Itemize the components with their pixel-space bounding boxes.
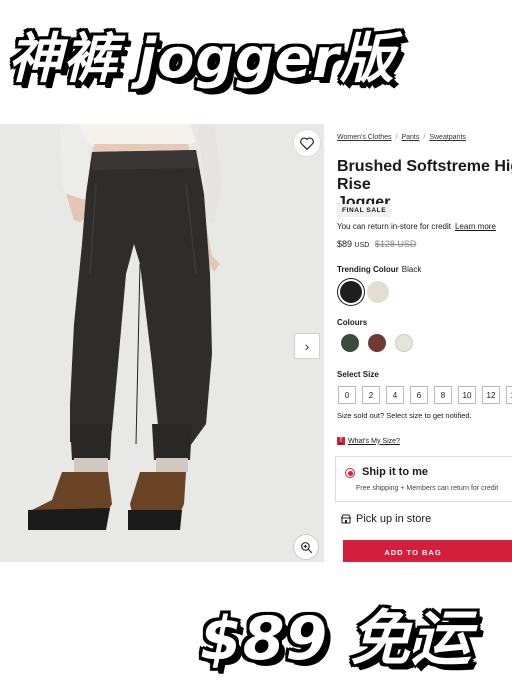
banner-price: $89 免运 <box>200 604 473 674</box>
size-2[interactable]: 2 <box>362 386 380 404</box>
sale-price: $89 <box>337 239 353 249</box>
size-0[interactable]: 0 <box>338 386 356 404</box>
swatch-black[interactable] <box>340 281 362 303</box>
size-4[interactable]: 4 <box>386 386 404 404</box>
model-illustration <box>28 124 222 530</box>
add-to-bag-button[interactable]: ADD TO BAG <box>343 540 512 562</box>
product-photo <box>0 124 324 562</box>
ship-title: Ship it to me <box>362 466 428 478</box>
learn-more-link[interactable]: Learn more <box>455 222 496 231</box>
size-10[interactable]: 10 <box>458 386 476 404</box>
banner-title: 神裤 jogger版 <box>8 27 395 90</box>
size-12[interactable]: 12 <box>482 386 500 404</box>
colours-label: Colours <box>337 318 368 327</box>
size-8[interactable]: 8 <box>434 386 452 404</box>
breadcrumb-womens-clothes[interactable]: Women's Clothes <box>337 134 392 141</box>
trending-colour-value: Black <box>401 265 422 274</box>
product-details: Women's Clothes / Pants / Sweatpants Brushed… <box>330 124 512 562</box>
sold-out-note: Size sold out? Select size to get notifi… <box>337 411 472 420</box>
swatch-green[interactable] <box>341 334 359 352</box>
zoom-button[interactable] <box>293 534 319 560</box>
zoom-in-icon <box>300 541 312 553</box>
breadcrumb-pants[interactable]: Pants <box>401 134 419 141</box>
select-size-label: Select Size <box>337 370 379 379</box>
swatch-bone[interactable] <box>367 281 389 303</box>
breadcrumb-sweatpants[interactable]: Sweatpants <box>429 134 466 141</box>
return-note-text: You can return in-store for credit <box>337 222 451 231</box>
size-6[interactable]: 6 <box>410 386 428 404</box>
return-note: You can return in-store for credit Learn … <box>337 222 496 231</box>
size-14[interactable]: 14 <box>506 386 512 404</box>
ship-subtitle: Free shipping + Members can return for c… <box>356 485 499 492</box>
ship-option[interactable]: Ship it to me Free shipping + Members ca… <box>335 456 512 502</box>
tape-icon: T <box>337 437 345 445</box>
swatch-brown[interactable] <box>368 334 386 352</box>
heart-icon <box>300 137 314 150</box>
breadcrumb: Women's Clothes / Pants / Sweatpants <box>337 134 466 141</box>
original-price: $128 USD <box>374 239 417 249</box>
pickup-label: Pick up in store <box>356 513 432 525</box>
price: $89 USD $128 USD <box>337 239 416 249</box>
final-sale-badge: FINAL SALE <box>337 204 392 217</box>
whats-my-size-link[interactable]: T What's My Size? <box>337 437 400 445</box>
ship-radio[interactable] <box>345 468 355 478</box>
swatch-cream[interactable] <box>395 334 413 352</box>
trending-colour-label: Trending Colour Black <box>337 265 422 274</box>
next-image-button[interactable]: › <box>294 333 320 359</box>
currency: USD <box>354 242 370 249</box>
wishlist-button[interactable] <box>293 129 321 157</box>
store-icon <box>341 514 351 524</box>
chevron-right-icon: › <box>304 338 310 354</box>
pickup-option[interactable]: Pick up in store <box>341 513 431 525</box>
